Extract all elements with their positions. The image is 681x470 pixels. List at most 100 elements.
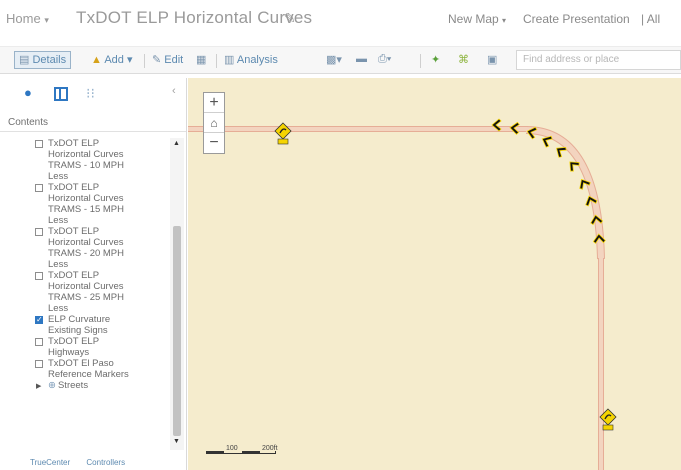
chevron-sign-icon[interactable]: [592, 233, 606, 244]
layer-checkbox[interactable]: [35, 140, 43, 148]
edit-title-icon[interactable]: ✎: [284, 10, 296, 27]
layer-label-line: TxDOT ELP: [48, 182, 100, 193]
chevron-sign-icon[interactable]: [566, 158, 581, 173]
chevron-sign-icon[interactable]: [553, 143, 567, 158]
add-button[interactable]: ▲ Add ▾: [91, 53, 133, 66]
details-button[interactable]: ▤ Details: [14, 51, 72, 69]
table-icon: ▦: [196, 54, 207, 66]
chevron-sign-icon[interactable]: [540, 133, 553, 148]
scale-segment: [242, 451, 260, 453]
layer-label-line: Reference Markers: [48, 369, 129, 380]
chevron-down-icon: ▾: [126, 54, 133, 66]
layer-checkbox[interactable]: [35, 228, 43, 236]
share-button[interactable]: ▣: [487, 53, 497, 66]
create-presentation-link[interactable]: Create Presentation: [523, 12, 630, 26]
layer-item[interactable]: TxDOT ELP Horizontal Curves TRAMS - 10 MPH…: [0, 138, 170, 182]
map-view[interactable]: + ⌂ − 100 200ft: [188, 78, 681, 470]
home-menu[interactable]: Home ▾: [6, 11, 49, 26]
footer-link[interactable]: TrueCenter: [30, 458, 70, 467]
layer-checkbox[interactable]: [35, 184, 43, 192]
map-title: TxDOT ELP Horizontal Curves: [76, 8, 313, 27]
details-label: Details: [32, 54, 67, 66]
layer-checkbox[interactable]: [35, 360, 43, 368]
layer-label-line: TRAMS - 10 MPH: [48, 160, 125, 171]
layer-checkbox[interactable]: [35, 314, 43, 325]
measure-button[interactable]: ▬: [356, 53, 367, 65]
basemap-globe-icon: ⊕: [48, 380, 56, 391]
layer-label-line: TxDOT ELP: [48, 270, 100, 281]
directions-button[interactable]: ✦: [431, 53, 440, 66]
contents-panel: ● ⁝⁝ ‹ Contents TxDOT ELP Horizontal Curv…: [0, 78, 187, 470]
layer-label-line: Less: [48, 303, 69, 314]
chevron-sign-icon[interactable]: [583, 194, 598, 207]
chevron-sign-icon[interactable]: [526, 125, 538, 140]
layer-label-line: Less: [48, 215, 69, 226]
toolbar-divider: [216, 54, 217, 68]
chevron-sign-icon[interactable]: [576, 176, 591, 190]
print-button[interactable]: ⎙▾: [378, 53, 391, 66]
search-placeholder: Find address or place: [523, 54, 620, 65]
collapse-panel-icon[interactable]: ‹: [172, 85, 176, 97]
chevron-sign-icon[interactable]: [509, 121, 520, 135]
scroll-down-icon[interactable]: ▼: [173, 438, 180, 445]
new-map-label[interactable]: New Map: [448, 12, 499, 26]
divider: [0, 131, 186, 132]
layer-checkbox[interactable]: [35, 338, 43, 346]
home-label[interactable]: Home: [6, 11, 41, 26]
edit-button[interactable]: ✎ Edit: [152, 53, 183, 66]
chevron-sign-icon[interactable]: [491, 118, 502, 132]
zoom-controls: + ⌂ −: [203, 92, 225, 154]
chevron-down-icon[interactable]: ▾: [502, 16, 506, 25]
all-link[interactable]: | All: [641, 12, 660, 26]
layer-item[interactable]: TxDOT El Paso Reference Markers: [0, 358, 170, 380]
layer-label-line: TRAMS - 15 MPH: [48, 204, 125, 215]
layer-item[interactable]: TxDOT ELP Horizontal Curves TRAMS - 20 MPH…: [0, 226, 170, 270]
layer-label-line: TxDOT ELP: [48, 138, 100, 149]
layer-item[interactable]: ▶ ⊕ Streets: [0, 380, 170, 391]
new-map-menu[interactable]: New Map ▾: [448, 12, 506, 26]
contents-tab-icon[interactable]: [54, 87, 68, 101]
scale-segment: [206, 451, 224, 453]
layer-scrollbar[interactable]: ▲ ▼: [170, 138, 184, 450]
zoom-out-button[interactable]: −: [204, 133, 224, 153]
scale-label: 100: [226, 445, 238, 452]
analysis-icon: ▥: [224, 54, 235, 66]
layer-list: TxDOT ELP Horizontal Curves TRAMS - 10 MPH…: [0, 138, 170, 438]
table-button[interactable]: ▦: [196, 53, 206, 66]
zoom-in-button[interactable]: +: [204, 93, 224, 113]
curve-warning-sign-icon[interactable]: [274, 122, 292, 145]
scroll-up-icon[interactable]: ▲: [173, 140, 180, 147]
layer-label-line: ELP Curvature: [48, 314, 111, 325]
share-icon: ▣: [487, 54, 498, 66]
scroll-thumb[interactable]: [173, 226, 181, 436]
edit-label: Edit: [164, 54, 184, 66]
search-input[interactable]: Find address or place: [516, 50, 681, 70]
sketch-button[interactable]: ⌘: [458, 53, 469, 66]
legend-tab-icon[interactable]: ⁝⁝: [86, 85, 95, 102]
all-label[interactable]: All: [647, 12, 660, 26]
analysis-button[interactable]: ▥ Analysis: [224, 53, 278, 66]
layer-checkbox[interactable]: [35, 272, 43, 280]
layer-item[interactable]: ELP CurvatureExisting Signs: [0, 314, 170, 336]
layer-label-line: TxDOT ELP: [48, 226, 100, 237]
basemap-button[interactable]: ▩▾: [326, 53, 342, 66]
layer-label-line: Streets: [57, 380, 89, 391]
footer-link[interactable]: Controllers: [86, 458, 125, 467]
curve-warning-sign-icon[interactable]: [599, 408, 617, 431]
layer-label-line: TRAMS - 25 MPH: [48, 292, 125, 303]
info-icon[interactable]: ●: [24, 85, 32, 100]
layer-label-line: TxDOT El Paso: [48, 358, 114, 369]
layer-item[interactable]: TxDOT ELP Highways: [0, 336, 170, 358]
print-icon: ⎙▾: [378, 53, 392, 65]
chevron-sign-icon[interactable]: [590, 214, 604, 226]
layer-label-line: Less: [48, 171, 69, 182]
chevron-down-icon[interactable]: ▾: [44, 15, 49, 25]
chevron-signs-layer: [274, 118, 617, 431]
layer-item[interactable]: TxDOT ELP Horizontal Curves TRAMS - 15 MPH…: [0, 182, 170, 226]
toolbar-divider: [420, 54, 421, 68]
ruler-icon: ▬: [356, 53, 367, 65]
layer-item[interactable]: TxDOT ELP Horizontal Curves TRAMS - 25 MPH…: [0, 270, 170, 314]
toolbar-divider: [144, 54, 145, 68]
home-extent-button[interactable]: ⌂: [204, 113, 224, 133]
expand-arrow-icon[interactable]: ▶: [36, 381, 41, 392]
